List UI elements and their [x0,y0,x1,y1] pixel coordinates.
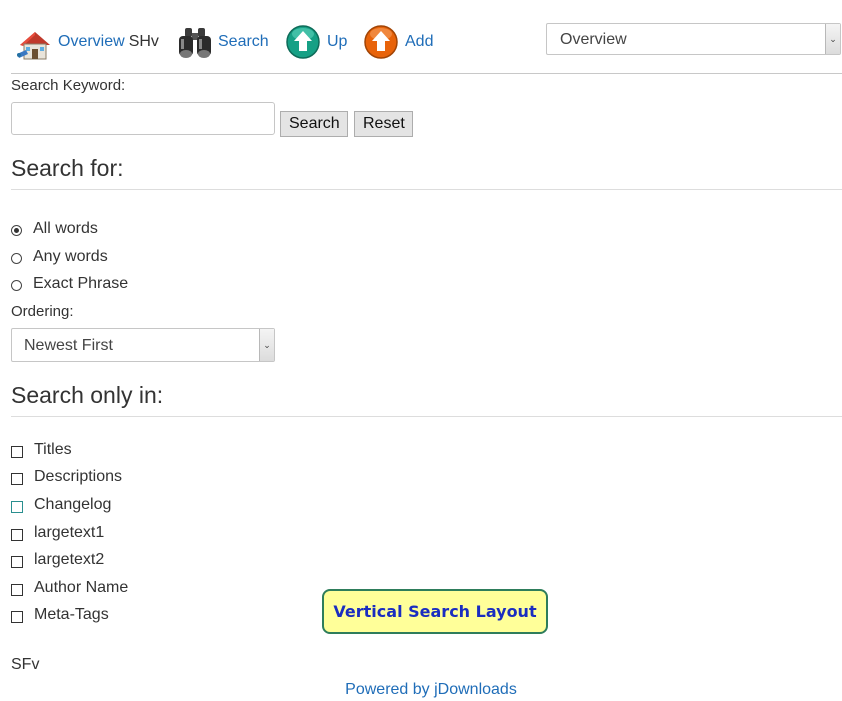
top-navigation: Overview SHv Search Up Add Overview ⌄ [0,0,842,74]
layout-badge: Vertical Search Layout [322,589,548,634]
checkbox[interactable] [11,445,23,458]
checkbox[interactable] [11,583,23,596]
ordering-label: Ordering: [11,303,74,320]
radio-label: All words [33,220,98,237]
radio-button-checked[interactable] [11,225,22,236]
add-arrow-icon [363,24,399,60]
checkbox-titles[interactable]: Titles [11,439,72,461]
checkbox-largetext1[interactable]: largetext1 [11,522,104,544]
radio-all-words[interactable]: All words [11,218,98,240]
radio-button[interactable] [11,280,22,291]
checkbox-label: largetext1 [34,524,105,541]
add-link[interactable]: Add [363,22,433,62]
keyword-input[interactable] [11,102,275,135]
checkbox-label: Author Name [34,579,129,596]
overview-link[interactable]: Overview SHv [16,22,159,62]
powered-by-link[interactable]: Powered by jDownloads [0,681,842,699]
navigation-select-value: Overview [560,31,627,48]
checkbox[interactable] [11,555,23,568]
search-button[interactable]: Search [280,111,348,137]
binoculars-icon [176,24,212,60]
checkbox-largetext2[interactable]: largetext2 [11,549,104,571]
search-only-heading: Search only in: [11,382,164,408]
navigation-select[interactable]: Overview ⌄ [546,23,841,55]
search-for-heading: Search for: [11,155,124,181]
overview-suffix: SHv [128,33,159,50]
checkbox-label: Titles [34,441,72,458]
up-arrow-icon [285,24,321,60]
overview-label[interactable]: Overview [58,33,125,51]
nav-divider [11,73,842,74]
radio-label: Any words [33,248,108,265]
checkbox-label: Changelog [34,496,112,513]
checkbox-label: Descriptions [34,468,123,485]
reset-button[interactable]: Reset [354,111,413,137]
up-label[interactable]: Up [327,33,347,51]
checkbox[interactable] [11,472,23,485]
checkbox-author-name[interactable]: Author Name [11,577,128,599]
checkbox-changelog[interactable]: Changelog [11,494,111,516]
radio-label: Exact Phrase [33,275,129,292]
checkbox-label: Meta-Tags [34,606,109,623]
chevron-down-icon[interactable]: ⌄ [825,24,840,54]
search-link[interactable]: Search [176,22,269,62]
checkbox-label: largetext2 [34,551,105,568]
chevron-down-icon[interactable]: ⌄ [259,329,274,361]
checkbox[interactable] [11,610,23,623]
house-icon [16,24,52,60]
section-divider [11,189,842,190]
checkbox[interactable] [11,500,23,513]
ordering-select-value: Newest First [24,337,113,354]
ordering-select[interactable]: Newest First ⌄ [11,328,275,362]
radio-exact-phrase[interactable]: Exact Phrase [11,273,128,295]
up-link[interactable]: Up [285,22,347,62]
checkbox-descriptions[interactable]: Descriptions [11,466,122,488]
checkbox-meta-tags[interactable]: Meta-Tags [11,604,109,626]
radio-any-words[interactable]: Any words [11,246,108,268]
checkbox[interactable] [11,528,23,541]
keyword-label: Search Keyword: [11,77,126,94]
radio-button[interactable] [11,253,22,264]
section-divider [11,416,842,417]
search-label[interactable]: Search [218,33,269,51]
add-label[interactable]: Add [405,33,433,51]
sfv-text: SFv [11,656,40,673]
